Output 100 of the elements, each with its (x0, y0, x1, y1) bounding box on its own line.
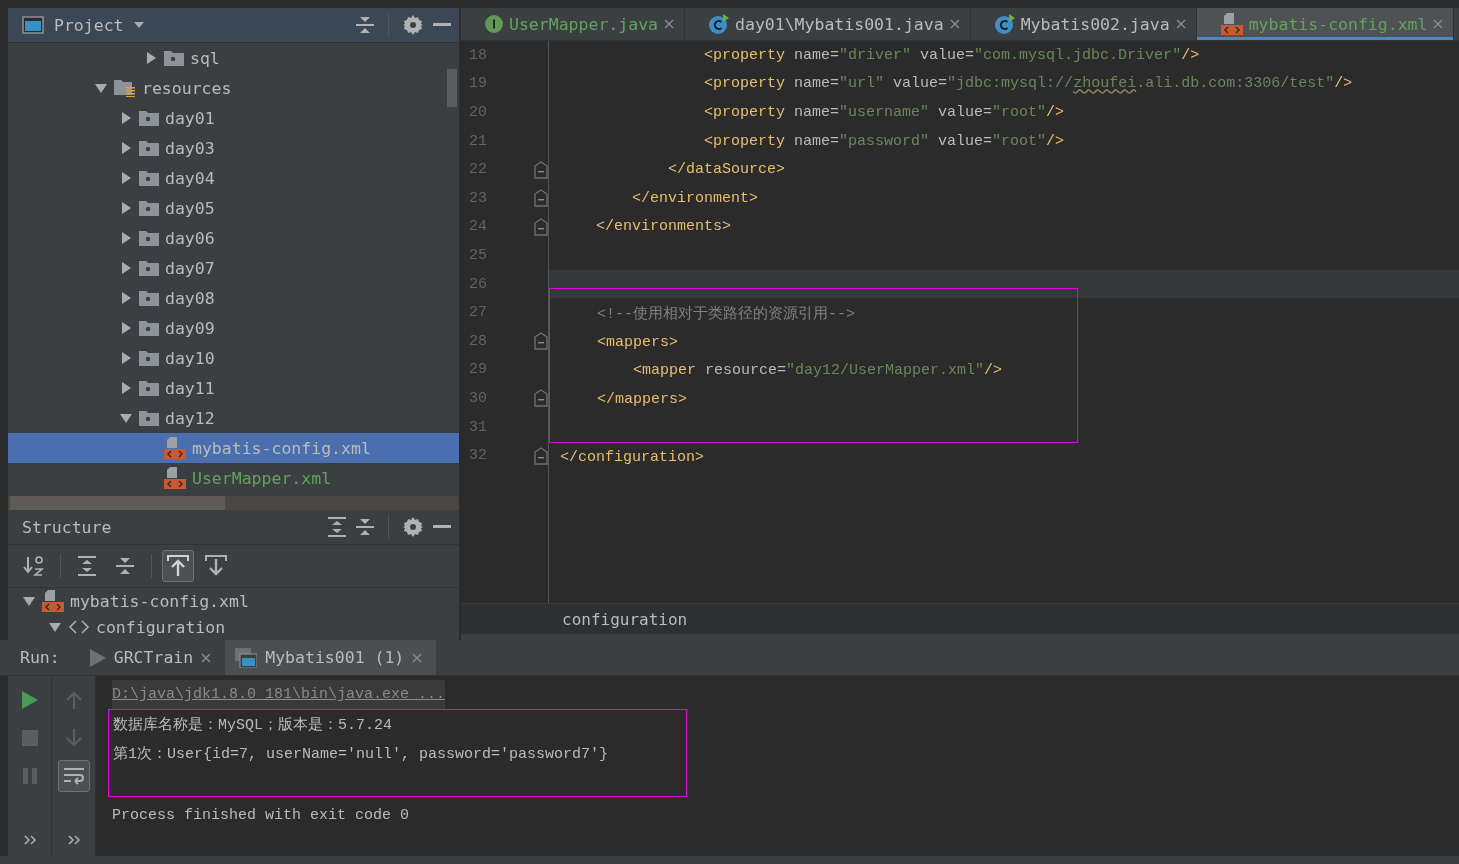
expand-arrow-icon[interactable] (119, 171, 133, 185)
toolbar-button[interactable] (57, 760, 90, 792)
expand-arrow-icon[interactable] (119, 261, 133, 275)
scrollbar-thumb[interactable] (447, 69, 457, 107)
collapse-all-icon[interactable] (356, 517, 374, 537)
structure-item-label: configuration (96, 617, 226, 637)
run-icon (21, 691, 38, 709)
fold-marker-icon[interactable] (534, 217, 548, 236)
tree-item[interactable]: day10 (8, 343, 459, 373)
tab-label: Mybatis002.java (1020, 14, 1170, 34)
close-tab-icon[interactable] (949, 19, 960, 29)
expand-arrow-icon[interactable] (119, 321, 133, 335)
tree-item[interactable]: day03 (8, 133, 459, 163)
code-line: <property name="username" value="root"/> (703, 104, 1065, 121)
scroll-from-source-icon (167, 555, 189, 577)
code-line: <property name="driver" value="com.mysql.jdbc.Driver"/> (703, 46, 1200, 64)
dropdown-caret-icon[interactable] (133, 22, 144, 28)
expand-arrow-icon[interactable] (119, 351, 133, 365)
folder-icon (139, 140, 159, 156)
class-icon (994, 14, 1015, 34)
settings-icon[interactable] (403, 517, 423, 537)
expand-arrow-icon[interactable] (119, 111, 133, 125)
toolbar-button[interactable] (162, 550, 194, 582)
run-tab[interactable]: Mybatis001 (1) (225, 640, 437, 675)
xml-file-icon (164, 437, 186, 459)
folder-icon (139, 230, 159, 246)
stop-icon (21, 730, 38, 746)
folder-icon (139, 110, 159, 126)
code-line: </environment> (631, 189, 759, 207)
fold-marker-icon[interactable] (534, 446, 548, 465)
folder-icon (139, 290, 159, 306)
close-tab-icon[interactable] (1175, 19, 1186, 29)
line-number: 31 (468, 418, 487, 436)
tree-item[interactable]: sql (8, 43, 459, 73)
more-icon[interactable] (23, 835, 36, 845)
class-icon (709, 14, 729, 34)
tree-item-label: sql (190, 48, 220, 68)
fold-marker-icon[interactable] (534, 332, 548, 351)
collapse-arrow-icon[interactable] (48, 620, 62, 634)
close-tab-icon[interactable] (412, 652, 423, 663)
expand-arrow-icon[interactable] (144, 51, 158, 65)
expand-arrow-icon[interactable] (119, 201, 133, 215)
line-number: 29 (468, 361, 487, 379)
tree-item[interactable]: day12 (8, 403, 459, 433)
horizontal-scrollbar[interactable] (8, 496, 459, 510)
minimize-icon[interactable] (433, 23, 451, 27)
line-number: 25 (468, 246, 487, 264)
line-number: 24 (468, 218, 487, 236)
expand-arrow-icon[interactable] (119, 381, 133, 395)
tree-item[interactable]: UserMapper.xml (8, 463, 459, 493)
fold-marker-icon[interactable] (534, 389, 548, 408)
expand-arrow-icon[interactable] (119, 231, 133, 245)
fold-marker-icon[interactable] (534, 189, 548, 208)
folder-icon (139, 200, 159, 216)
line-number: 20 (468, 104, 487, 121)
fold-marker-icon[interactable] (534, 160, 548, 179)
line-number: 27 (468, 304, 487, 322)
tree-item-label: mybatis-config.xml (192, 438, 371, 458)
minimize-icon[interactable] (433, 525, 451, 529)
resources-folder-icon (114, 79, 136, 97)
tree-item[interactable]: resources (8, 73, 459, 103)
collapse-all-icon[interactable] (116, 556, 134, 576)
tree-item[interactable]: day09 (8, 313, 459, 343)
structure-item-label: mybatis-config.xml (70, 591, 249, 611)
run-icon (89, 648, 106, 667)
expand-arrow-icon[interactable] (119, 141, 133, 155)
panel-title: Project (54, 15, 124, 35)
line-number: 18 (468, 46, 487, 64)
more-icon[interactable] (67, 835, 80, 845)
structure-item[interactable]: configuration (8, 614, 459, 640)
expand-all-icon[interactable] (328, 517, 346, 537)
collapse-arrow-icon[interactable] (119, 411, 133, 425)
collapse-arrow-icon[interactable] (94, 81, 108, 95)
expand-arrow-icon[interactable] (119, 291, 133, 305)
tree-item[interactable]: day08 (8, 283, 459, 313)
collapse-all-icon[interactable] (356, 15, 374, 35)
tree-item[interactable]: day05 (8, 193, 459, 223)
collapse-arrow-icon[interactable] (22, 594, 36, 608)
breadcrumb[interactable]: configuration (562, 609, 688, 629)
tree-item[interactable]: day11 (8, 373, 459, 403)
tree-item-label: UserMapper.xml (192, 468, 332, 488)
tree-item-label: day12 (165, 408, 215, 428)
run-label: Run: (20, 648, 60, 667)
tree-item-label: resources (142, 78, 232, 98)
tree-item[interactable]: day06 (8, 223, 459, 253)
code-line: <property name="url" value="jdbc:mysql://zhoufei.ali.db.com:3306/test"/> (703, 75, 1353, 93)
tree-item[interactable]: day01 (8, 103, 459, 133)
settings-icon[interactable] (403, 15, 423, 35)
sort-icon (23, 555, 45, 577)
tree-item[interactable]: day04 (8, 163, 459, 193)
code-line: </mappers> (596, 390, 688, 408)
structure-item[interactable]: mybatis-config.xml (8, 588, 459, 614)
close-tab-icon[interactable] (201, 652, 212, 663)
code-line: </configuration> (560, 449, 705, 467)
close-tab-icon[interactable] (664, 19, 674, 29)
tree-item-label: day10 (165, 348, 215, 368)
code-line: </dataSource> (667, 161, 786, 179)
tree-item[interactable]: day07 (8, 253, 459, 283)
console-line: 第1次：User{id=7, userName='null', password='password7'} (113, 745, 610, 765)
expand-all-icon[interactable] (78, 556, 96, 576)
